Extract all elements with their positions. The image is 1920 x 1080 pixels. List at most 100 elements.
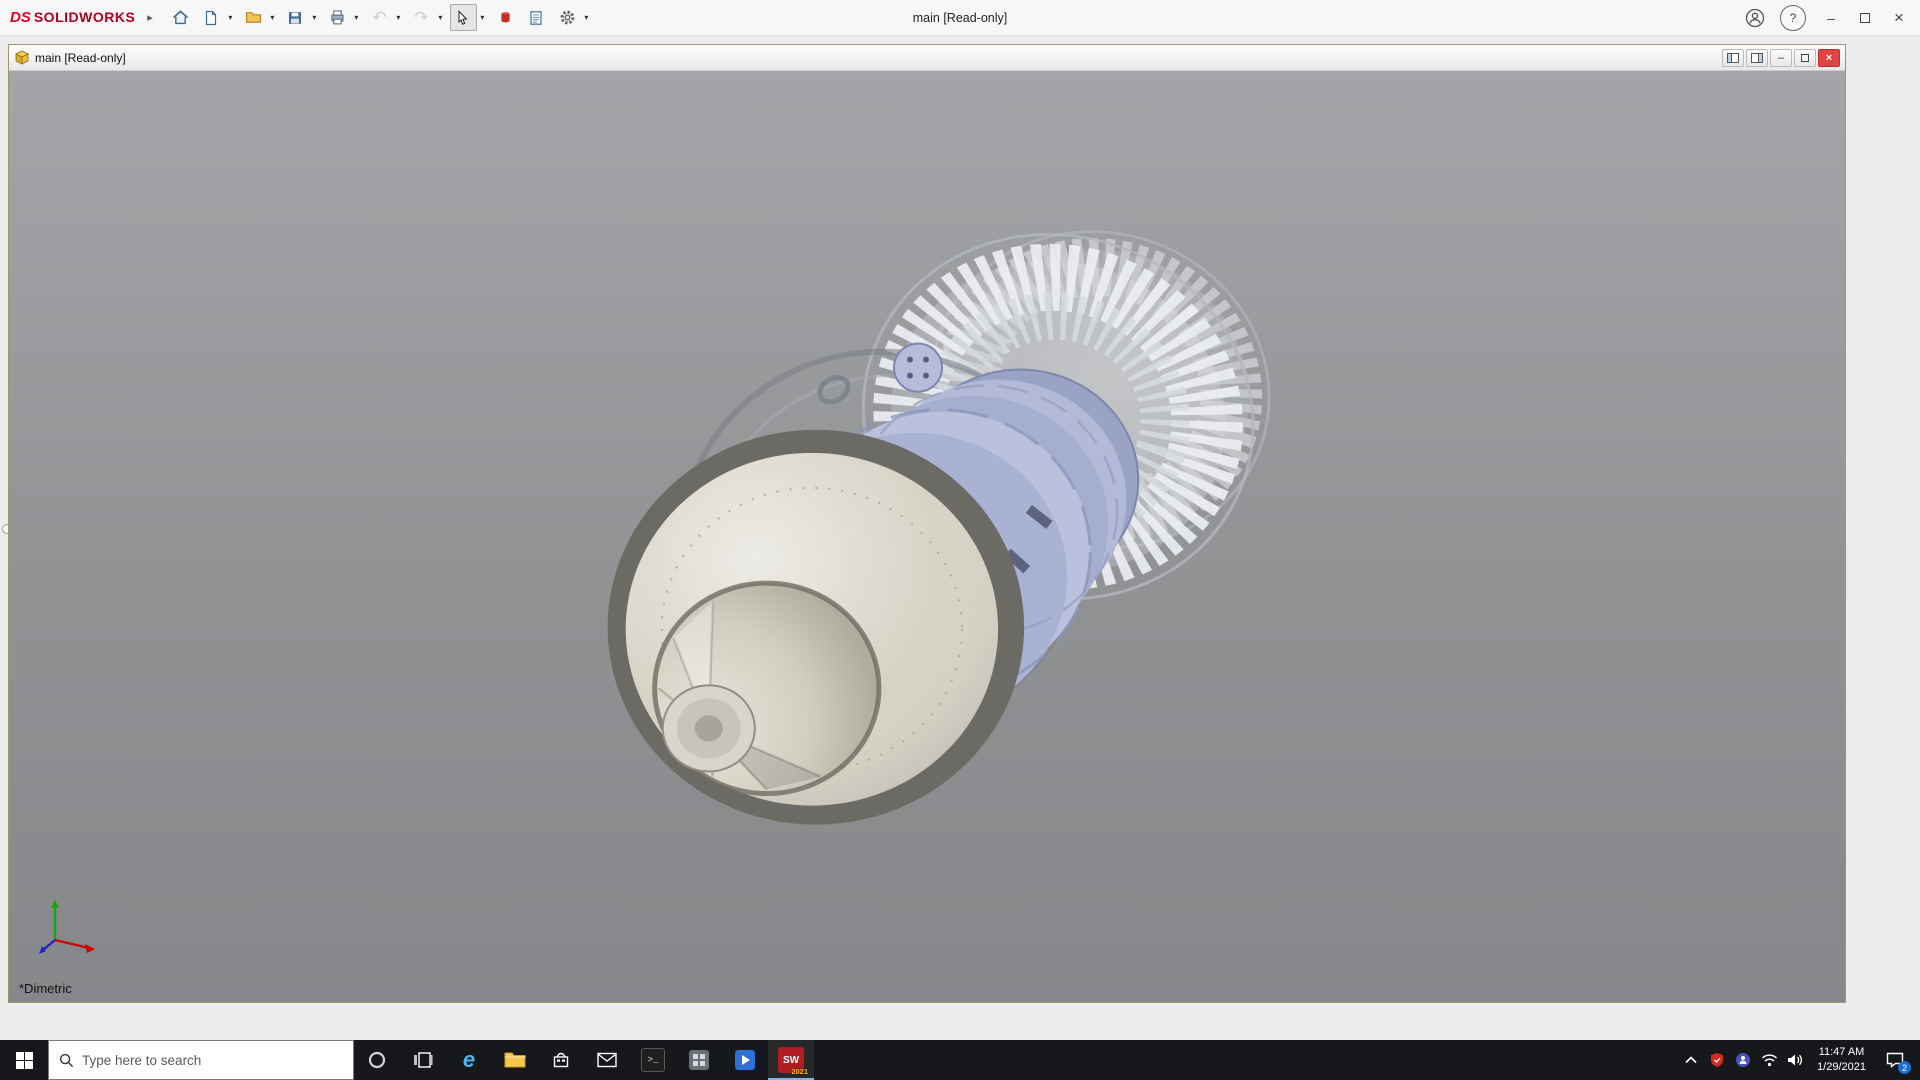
- help-icon: ?: [1789, 10, 1797, 25]
- doc-minimize-button[interactable]: –: [1770, 48, 1792, 67]
- open-dropdown-arrow[interactable]: ▾: [267, 4, 278, 31]
- menu-expand-arrow-icon[interactable]: ▸: [147, 11, 153, 24]
- solidworks-initials: SW: [782, 1054, 800, 1066]
- task-view-icon: [414, 1052, 433, 1068]
- file-explorer-button[interactable]: [492, 1040, 538, 1080]
- home-button[interactable]: [167, 4, 194, 31]
- speaker-icon: [1787, 1054, 1802, 1066]
- document-title: main [Read-only]: [35, 50, 126, 65]
- account-icon: [1745, 8, 1765, 27]
- edge-button[interactable]: e: [446, 1040, 492, 1080]
- file-properties-button[interactable]: [523, 4, 550, 31]
- document-titlebar[interactable]: main [Read-only] – ×: [9, 45, 1845, 71]
- antivirus-shield-icon: [1711, 1053, 1724, 1067]
- print-dropdown-arrow[interactable]: ▾: [351, 4, 362, 31]
- redo-icon: ↷: [414, 8, 429, 27]
- save-icon: [289, 11, 302, 24]
- app-client-area: main [Read-only] – × *Dimetric: [0, 36, 1920, 1040]
- viewport-scene[interactable]: [9, 71, 1845, 1002]
- print-button[interactable]: [324, 4, 351, 31]
- tray-teams-button[interactable]: [1730, 1040, 1756, 1080]
- solidworks-logo: DS SOLIDWORKS: [10, 9, 135, 26]
- open-folder-icon: [245, 12, 261, 23]
- doc-pane-left-button[interactable]: [1722, 48, 1744, 67]
- action-center-button[interactable]: 2: [1875, 1040, 1915, 1080]
- tray-network-button[interactable]: [1756, 1040, 1782, 1080]
- search-icon: [59, 1053, 74, 1067]
- brand-name: SOLIDWORKS: [33, 9, 136, 25]
- mail-icon: [597, 1052, 617, 1068]
- start-button[interactable]: [0, 1040, 48, 1080]
- search-input[interactable]: [82, 1052, 343, 1068]
- file-properties-icon: [530, 10, 542, 25]
- minimize-icon: –: [1827, 9, 1835, 26]
- save-dropdown-arrow[interactable]: ▾: [309, 4, 320, 31]
- solidworks-app-icon: SW 2021: [778, 1047, 808, 1076]
- solidworks-year-label: 2021: [791, 1067, 808, 1076]
- print-icon: [331, 10, 344, 25]
- undo-button[interactable]: ↶: [366, 4, 393, 31]
- taskbar-search[interactable]: [48, 1040, 354, 1080]
- app-generic-2-icon: [735, 1050, 755, 1070]
- app-titlebar: DS SOLIDWORKS ▸ ▾ ▾ ▾ ▾ ↶ ▾ ↷ ▾ ▾ ▾ main…: [0, 0, 1920, 36]
- save-button[interactable]: [282, 4, 309, 31]
- screen: DS SOLIDWORKS ▸ ▾ ▾ ▾ ▾ ↶ ▾ ↷ ▾ ▾ ▾ main…: [0, 0, 1920, 1080]
- doc-pane-right-button[interactable]: [1746, 48, 1768, 67]
- doc-close-icon: ×: [1825, 51, 1833, 64]
- file-explorer-icon: [504, 1052, 526, 1068]
- orientation-triad[interactable]: [33, 896, 105, 958]
- simulation-button[interactable]: [492, 4, 519, 31]
- store-icon: [553, 1052, 569, 1068]
- terminal-button[interactable]: >_: [630, 1040, 676, 1080]
- chevron-up-icon: [1685, 1056, 1697, 1064]
- doc-minimize-icon: –: [1777, 51, 1785, 64]
- close-icon: ×: [1894, 7, 1904, 27]
- maximize-button[interactable]: [1848, 3, 1882, 33]
- help-button[interactable]: ?: [1780, 4, 1806, 31]
- edge-icon: e: [462, 1047, 476, 1072]
- select-tool-button[interactable]: [449, 4, 477, 31]
- notification-badge: 2: [1898, 1061, 1911, 1074]
- brand-mark: DS: [10, 9, 31, 26]
- redo-dropdown-arrow[interactable]: ▾: [435, 4, 446, 31]
- gear-icon: [560, 10, 575, 25]
- solidworks-taskbar-button[interactable]: SW 2021: [768, 1040, 814, 1080]
- doc-restore-icon: [1801, 53, 1809, 62]
- redo-button[interactable]: ↷: [408, 4, 435, 31]
- new-document-dropdown-arrow[interactable]: ▾: [225, 4, 236, 31]
- windows-logo-icon: [15, 1051, 33, 1069]
- doc-restore-button[interactable]: [1794, 48, 1816, 67]
- doc-close-button[interactable]: ×: [1818, 48, 1840, 67]
- minimize-button[interactable]: –: [1814, 3, 1848, 33]
- simulation-icon: [501, 12, 510, 23]
- document-window-controls: – ×: [1722, 48, 1840, 67]
- open-button[interactable]: [240, 4, 267, 31]
- undo-dropdown-arrow[interactable]: ▾: [393, 4, 404, 31]
- mail-button[interactable]: [584, 1040, 630, 1080]
- cortana-button[interactable]: [354, 1040, 400, 1080]
- clock-date: 1/29/2021: [1817, 1061, 1866, 1073]
- tray-volume-button[interactable]: [1782, 1040, 1808, 1080]
- app-generic-1-button[interactable]: [676, 1040, 722, 1080]
- store-button[interactable]: [538, 1040, 584, 1080]
- options-button[interactable]: [554, 4, 581, 31]
- wifi-icon: [1761, 1054, 1777, 1067]
- tray-antivirus-button[interactable]: [1704, 1040, 1730, 1080]
- windows-taskbar: e >_ SW 2021: [0, 1040, 1920, 1080]
- options-dropdown-arrow[interactable]: ▾: [581, 4, 592, 31]
- app-generic-2-button[interactable]: [722, 1040, 768, 1080]
- new-document-button[interactable]: [198, 4, 225, 31]
- pane-left-icon: [1727, 52, 1739, 63]
- taskbar-clock[interactable]: 11:47 AM 1/29/2021: [1808, 1045, 1875, 1075]
- task-view-button[interactable]: [400, 1040, 446, 1080]
- assembly-part-icon: [15, 50, 29, 65]
- view-orientation-label: *Dimetric: [19, 981, 72, 996]
- shaft-hub: [661, 684, 756, 773]
- 3d-viewport[interactable]: *Dimetric: [9, 71, 1845, 1002]
- account-button[interactable]: [1738, 3, 1772, 33]
- close-button[interactable]: ×: [1882, 3, 1916, 33]
- select-dropdown-arrow[interactable]: ▾: [477, 4, 488, 31]
- tray-overflow-button[interactable]: [1678, 1040, 1704, 1080]
- pane-right-icon: [1751, 52, 1763, 63]
- app-window-controls: ? – ×: [1738, 3, 1916, 33]
